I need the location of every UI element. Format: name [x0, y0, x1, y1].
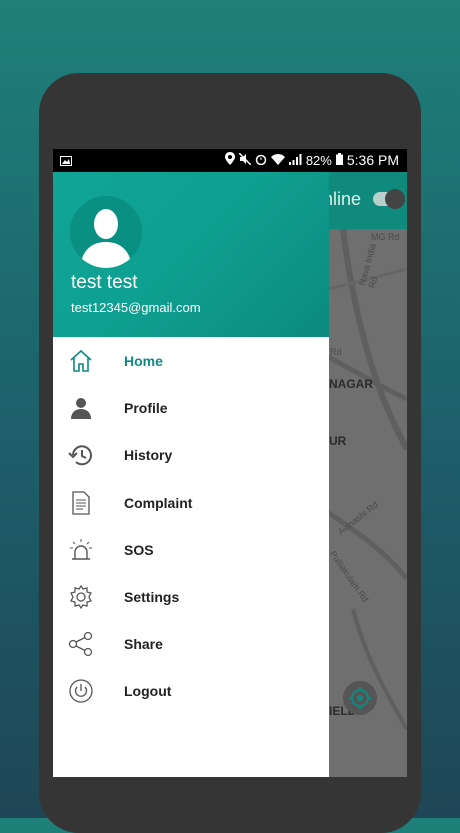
drawer-menu: Home Profile History Complaint SOS Setti… — [53, 337, 329, 715]
user-silhouette-icon — [80, 209, 132, 268]
map-road-label: Rd — [330, 347, 342, 357]
alarm-icon — [68, 537, 94, 563]
wifi-icon — [270, 153, 285, 168]
menu-label: Complaint — [124, 494, 193, 511]
avatar[interactable] — [70, 196, 142, 268]
menu-item-logout[interactable]: Logout — [53, 667, 329, 714]
gear-icon — [68, 584, 94, 610]
menu-label: Share — [124, 636, 163, 653]
crosshair-icon — [349, 687, 371, 709]
menu-item-profile[interactable]: Profile — [53, 384, 329, 431]
phone-bottom-bezel — [53, 777, 407, 818]
mute-icon — [238, 151, 252, 168]
menu-label: Home — [124, 353, 163, 369]
menu-label: Profile — [124, 400, 168, 417]
map-area-label: UR — [329, 434, 347, 448]
menu-label: Logout — [124, 683, 172, 700]
status-bar: 82% 5:36 PM — [53, 149, 407, 172]
status-time: 5:36 PM — [346, 152, 399, 168]
person-icon — [68, 395, 94, 421]
my-location-button[interactable] — [343, 681, 377, 715]
user-name: test test — [71, 272, 138, 293]
menu-label: SOS — [124, 541, 154, 558]
history-icon — [68, 442, 94, 468]
menu-label: History — [124, 447, 173, 464]
document-icon — [68, 490, 94, 516]
alarm-clock-icon — [255, 153, 267, 168]
home-icon — [68, 348, 94, 374]
online-toggle[interactable] — [373, 189, 405, 209]
battery-icon — [335, 152, 343, 168]
menu-item-settings[interactable]: Settings — [53, 573, 329, 620]
location-icon — [224, 152, 235, 168]
user-email: test12345@gmail.com — [71, 300, 201, 315]
navigation-drawer: test test test12345@gmail.com Home Profi… — [53, 172, 329, 777]
power-icon — [68, 678, 94, 704]
phone-screen: 82% 5:36 PM nline MG Rd Nava India Rd Rd… — [53, 149, 407, 777]
menu-item-history[interactable]: History — [53, 431, 329, 478]
menu-item-complaint[interactable]: Complaint — [53, 479, 329, 526]
menu-item-sos[interactable]: SOS — [53, 526, 329, 573]
image-notification-icon — [60, 154, 72, 169]
map-area-label: NAGAR — [329, 377, 373, 391]
toggle-knob — [385, 189, 405, 209]
menu-item-home[interactable]: Home — [53, 337, 329, 384]
battery-percent: 82% — [305, 152, 332, 168]
signal-icon — [288, 153, 302, 168]
menu-item-share[interactable]: Share — [53, 620, 329, 667]
share-icon — [68, 631, 94, 657]
menu-label: Settings — [124, 588, 180, 605]
drawer-header: test test test12345@gmail.com — [53, 172, 329, 337]
